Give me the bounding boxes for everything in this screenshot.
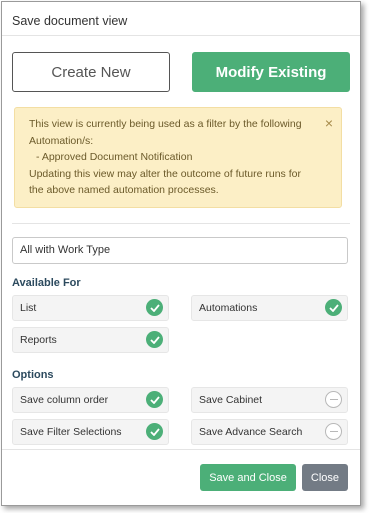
divider	[12, 222, 350, 224]
option-label: Save Filter Selections	[20, 425, 122, 438]
option-label: Save Cabinet	[199, 393, 263, 406]
available-for-list[interactable]: List	[12, 294, 169, 321]
option-label: Save Advance Search	[199, 425, 303, 438]
modify-existing-button[interactable]: Modify Existing	[192, 52, 350, 92]
mode-toggle: Create New Modify Existing	[12, 52, 350, 92]
option-label: Save column order	[20, 393, 109, 406]
alert-automation-item: - Approved Document Notification	[36, 151, 193, 163]
alert-line-2: Updating this view may alter the outcome…	[29, 167, 301, 197]
option-save-column-order[interactable]: Save column order	[12, 386, 169, 413]
check-circle-icon	[146, 423, 163, 440]
minus-circle-icon	[325, 423, 342, 440]
available-for-grid: List Automations Reports	[12, 294, 350, 353]
available-for-title: Available For	[12, 276, 81, 289]
option-save-advance-search[interactable]: Save Advance Search	[191, 418, 348, 445]
check-circle-icon	[325, 299, 342, 316]
option-label: Automations	[199, 301, 258, 314]
create-new-button[interactable]: Create New	[12, 52, 170, 92]
view-name-input[interactable]	[12, 236, 348, 264]
dialog-footer: Save and Close Close	[2, 449, 360, 505]
option-save-cabinet[interactable]: Save Cabinet	[191, 386, 348, 413]
close-icon[interactable]: ×	[325, 116, 333, 130]
option-label: Reports	[20, 333, 57, 346]
alert-line-1: This view is currently being used as a f…	[29, 118, 302, 147]
options-grid: Save column order Save Cabinet Save Filt…	[12, 386, 350, 445]
save-document-view-dialog: Save document view Create New Modify Exi…	[1, 1, 361, 506]
option-save-filter-selections[interactable]: Save Filter Selections	[12, 418, 169, 445]
close-button[interactable]: Close	[301, 464, 348, 491]
options-title: Options	[12, 368, 54, 381]
available-for-reports[interactable]: Reports	[12, 326, 169, 353]
dialog-body: Create New Modify Existing This view is …	[2, 36, 360, 445]
available-for-automations[interactable]: Automations	[191, 294, 348, 321]
check-circle-icon	[146, 391, 163, 408]
automation-warning-alert: This view is currently being used as a f…	[14, 107, 342, 208]
option-label: List	[20, 301, 37, 314]
check-circle-icon	[146, 299, 163, 316]
dialog-title: Save document view	[2, 2, 360, 36]
save-and-close-button[interactable]: Save and Close	[200, 464, 296, 491]
minus-circle-icon	[325, 391, 342, 408]
check-circle-icon	[146, 331, 163, 348]
